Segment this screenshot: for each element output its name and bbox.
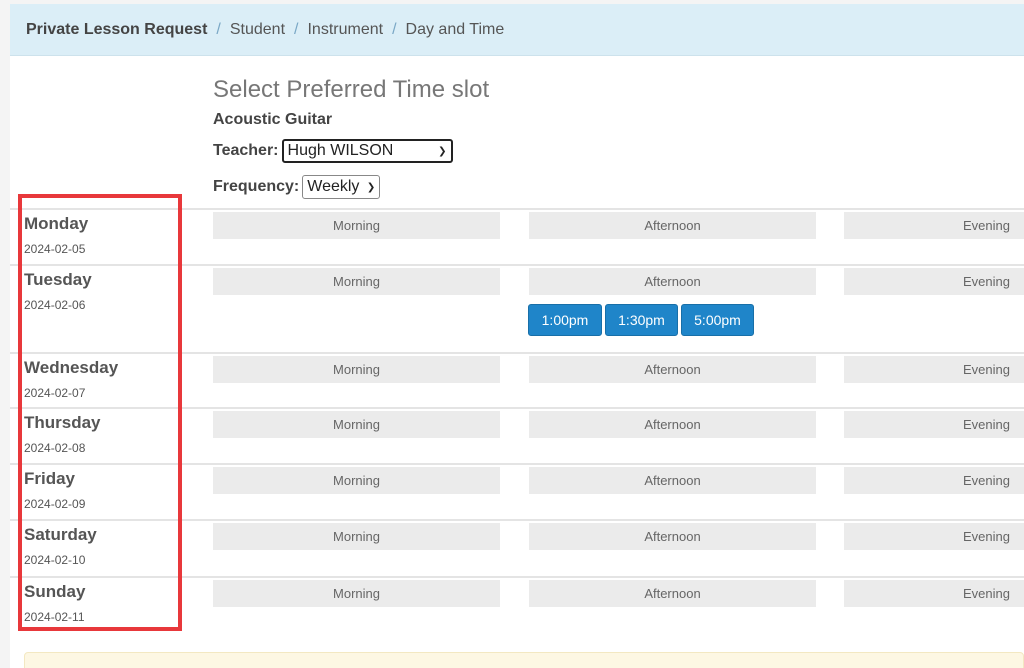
day-name: Thursday <box>24 413 101 432</box>
period-afternoon: Afternoon <box>529 356 816 383</box>
period-evening: Evening <box>844 523 1024 550</box>
teacher-select[interactable]: Hugh WILSON ❯ <box>281 139 453 163</box>
period-morning: Morning <box>213 523 500 550</box>
time-slot-button[interactable]: 1:00pm <box>528 304 602 336</box>
day-name: Sunday <box>24 582 86 601</box>
period-evening: Evening <box>844 411 1024 438</box>
frequency-field: Frequency: Weekly ❯ <box>213 175 381 199</box>
period-afternoon: Afternoon <box>529 411 816 438</box>
day-date: 2024-02-10 <box>24 553 86 567</box>
time-slot-button[interactable]: 1:30pm <box>605 304 678 336</box>
day-date: 2024-02-11 <box>24 610 85 624</box>
breadcrumb: Private Lesson Request / Student / Instr… <box>10 4 1024 56</box>
day-date: 2024-02-07 <box>24 386 86 400</box>
page-title: Select Preferred Time slot <box>213 76 490 103</box>
frequency-label: Frequency: <box>213 178 300 195</box>
breadcrumb-separator: / <box>294 20 299 38</box>
day-date: 2024-02-08 <box>24 441 86 455</box>
period-morning: Morning <box>213 580 500 607</box>
chevron-down-icon: ❯ <box>438 145 447 157</box>
period-evening: Evening <box>844 356 1024 383</box>
breadcrumb-item-day-and-time[interactable]: Day and Time <box>406 21 505 39</box>
day-date: 2024-02-06 <box>24 298 86 312</box>
period-morning: Morning <box>213 467 500 494</box>
day-name: Monday <box>24 214 89 233</box>
period-morning: Morning <box>213 356 500 383</box>
frequency-select-value: Weekly <box>307 178 360 195</box>
breadcrumb-separator: / <box>216 20 221 38</box>
page: Private Lesson Request / Student / Instr… <box>10 4 1024 668</box>
day-row-tuesday: Tuesday 2024-02-06 Morning Afternoon Eve… <box>10 264 1024 352</box>
day-row-thursday: Thursday 2024-02-08 Morning Afternoon Ev… <box>10 407 1024 463</box>
period-afternoon: Afternoon <box>529 523 816 550</box>
period-evening: Evening <box>844 268 1024 295</box>
breadcrumb-item-student[interactable]: Student <box>230 21 285 39</box>
day-row-saturday: Saturday 2024-02-10 Morning Afternoon Ev… <box>10 519 1024 576</box>
day-row-monday: Monday 2024-02-05 Morning Afternoon Even… <box>10 208 1024 264</box>
day-name: Saturday <box>24 525 97 544</box>
chevron-down-icon: ❯ <box>366 181 376 193</box>
period-afternoon: Afternoon <box>529 467 816 494</box>
teacher-label: Teacher: <box>213 142 279 159</box>
time-slot-button[interactable]: 5:00pm <box>681 304 754 336</box>
day-row-wednesday: Wednesday 2024-02-07 Morning Afternoon E… <box>10 352 1024 407</box>
frequency-select[interactable]: Weekly ❯ <box>302 175 381 199</box>
period-morning: Morning <box>213 212 500 239</box>
notice-bar <box>24 652 1024 668</box>
day-date: 2024-02-05 <box>24 242 86 256</box>
period-evening: Evening <box>844 580 1024 607</box>
day-date: 2024-02-09 <box>24 497 86 511</box>
day-name: Friday <box>24 469 76 488</box>
teacher-select-value: Hugh WILSON <box>287 142 394 159</box>
period-morning: Morning <box>213 268 500 295</box>
period-afternoon: Afternoon <box>529 212 816 239</box>
period-afternoon: Afternoon <box>529 580 816 607</box>
period-evening: Evening <box>844 212 1024 239</box>
day-row-sunday: Sunday 2024-02-11 Morning Afternoon Even… <box>10 576 1024 632</box>
breadcrumb-separator: / <box>392 20 397 38</box>
period-afternoon: Afternoon <box>529 268 816 295</box>
teacher-field: Teacher: Hugh WILSON ❯ <box>213 139 453 163</box>
breadcrumb-current[interactable]: Private Lesson Request <box>26 21 207 39</box>
breadcrumb-item-instrument[interactable]: Instrument <box>307 21 383 39</box>
period-morning: Morning <box>213 411 500 438</box>
day-name: Tuesday <box>24 270 92 289</box>
day-row-friday: Friday 2024-02-09 Morning Afternoon Even… <box>10 463 1024 519</box>
instrument-name: Acoustic Guitar <box>213 111 333 128</box>
period-evening: Evening <box>844 467 1024 494</box>
day-name: Wednesday <box>24 358 119 377</box>
